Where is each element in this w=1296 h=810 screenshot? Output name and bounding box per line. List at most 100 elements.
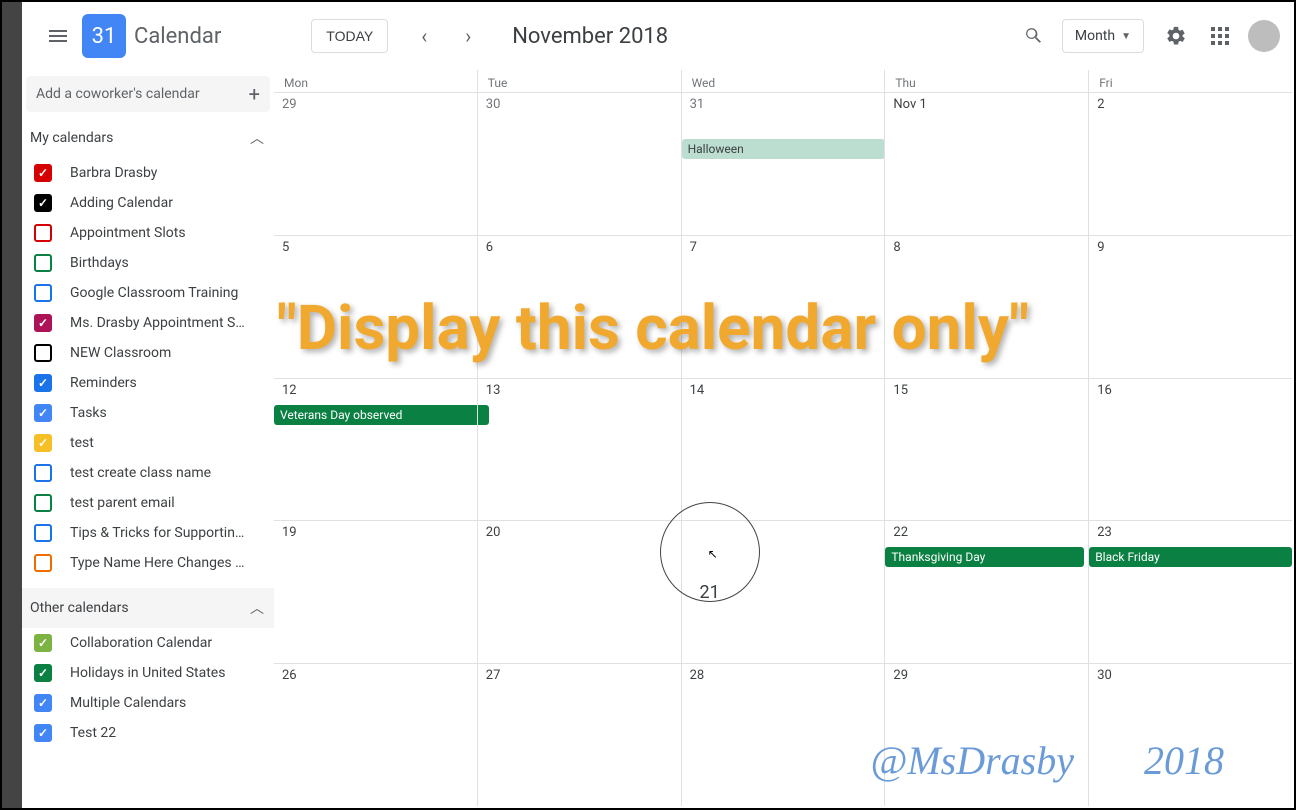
calendar-label: Google Classroom Training bbox=[70, 285, 238, 301]
other-calendars-header[interactable]: Other calendars ︿ bbox=[22, 588, 274, 628]
day-cell[interactable]: 29 bbox=[274, 93, 477, 235]
day-cell[interactable]: 30 bbox=[477, 93, 681, 235]
day-cell[interactable]: 9 bbox=[1088, 236, 1292, 378]
day-cell[interactable]: 26 bbox=[274, 664, 477, 806]
calendar-checkbox[interactable] bbox=[34, 524, 52, 542]
day-number: 30 bbox=[1097, 668, 1284, 683]
calendar-checkbox[interactable] bbox=[34, 664, 52, 682]
day-cell[interactable]: 14 bbox=[681, 379, 885, 521]
calendar-list-item[interactable]: Type Name Here Changes … bbox=[22, 548, 274, 578]
day-cell[interactable]: 20 bbox=[477, 521, 681, 663]
day-number: 12 bbox=[282, 383, 469, 398]
calendar-list-item[interactable]: Tasks bbox=[22, 398, 274, 428]
calendar-list-item[interactable]: Multiple Calendars bbox=[22, 688, 274, 718]
calendar-checkbox[interactable] bbox=[34, 694, 52, 712]
event-thanksgiving[interactable]: Thanksgiving Day bbox=[885, 547, 1084, 567]
prev-month-button[interactable]: ‹ bbox=[404, 16, 444, 56]
calendar-checkbox[interactable] bbox=[34, 554, 52, 572]
calendar-label: test parent email bbox=[70, 495, 175, 511]
other-calendars-label: Other calendars bbox=[30, 600, 129, 616]
day-cell[interactable]: 5 bbox=[274, 236, 477, 378]
event-veterans-day[interactable]: Veterans Day observed bbox=[274, 405, 489, 425]
calendar-list-item[interactable]: Collaboration Calendar bbox=[22, 628, 274, 658]
day-cell[interactable]: 16 bbox=[1088, 379, 1292, 521]
today-button[interactable]: TODAY bbox=[311, 19, 388, 53]
calendar-list-item[interactable]: NEW Classroom bbox=[22, 338, 274, 368]
calendar-checkbox[interactable] bbox=[34, 344, 52, 362]
search-button[interactable] bbox=[1014, 16, 1054, 56]
calendar-list-item[interactable]: Appointment Slots bbox=[22, 218, 274, 248]
add-coworker-calendar[interactable]: Add a coworker's calendar + bbox=[26, 76, 270, 112]
calendar-label: Reminders bbox=[70, 375, 137, 391]
calendar-list-item[interactable]: Tips & Tricks for Supportin… bbox=[22, 518, 274, 548]
calendar-checkbox[interactable] bbox=[34, 494, 52, 512]
day-cell[interactable]: 12Veterans Day observed bbox=[274, 379, 477, 521]
event-black-friday[interactable]: Black Friday bbox=[1089, 547, 1292, 567]
day-cell[interactable]: Nov 1 bbox=[884, 93, 1088, 235]
calendar-list-item[interactable]: Holidays in United States bbox=[22, 658, 274, 688]
calendar-checkbox[interactable] bbox=[34, 164, 52, 182]
view-select[interactable]: Month ▼ bbox=[1062, 19, 1144, 53]
calendar-checkbox[interactable] bbox=[34, 284, 52, 302]
chevron-up-icon: ︿ bbox=[250, 598, 264, 618]
week-row: 262728 29 30 bbox=[274, 663, 1292, 806]
week-row: 192021↖22Thanksgiving Day23Black Friday bbox=[274, 520, 1292, 663]
day-number: 2 bbox=[1097, 97, 1284, 112]
account-avatar[interactable] bbox=[1248, 20, 1280, 52]
calendar-list-item[interactable]: Adding Calendar bbox=[22, 188, 274, 218]
day-cell[interactable]: 15 bbox=[884, 379, 1088, 521]
day-cell[interactable]: 28 bbox=[681, 664, 885, 806]
calendar-list-item[interactable]: test bbox=[22, 428, 274, 458]
calendar-list-item[interactable]: test parent email bbox=[22, 488, 274, 518]
calendar-list-item[interactable]: test create class name bbox=[22, 458, 274, 488]
calendar-checkbox[interactable] bbox=[34, 224, 52, 242]
calendar-checkbox[interactable] bbox=[34, 404, 52, 422]
day-cell[interactable]: 30 bbox=[1088, 664, 1292, 806]
calendar-checkbox[interactable] bbox=[34, 434, 52, 452]
calendar-list-item[interactable]: Barbra Drasby bbox=[22, 158, 274, 188]
day-cell[interactable]: 23Black Friday bbox=[1088, 521, 1292, 663]
calendar-list-item[interactable]: Google Classroom Training bbox=[22, 278, 274, 308]
weekday-header: Wed bbox=[681, 70, 885, 92]
my-calendars-label: My calendars bbox=[30, 130, 113, 146]
calendar-checkbox[interactable] bbox=[34, 464, 52, 482]
day-number: 29 bbox=[893, 668, 1080, 683]
google-apps-button[interactable] bbox=[1200, 16, 1240, 56]
day-cell[interactable]: 19 bbox=[274, 521, 477, 663]
event-halloween[interactable]: Halloween bbox=[682, 139, 886, 159]
day-cell[interactable]: 31 Halloween bbox=[681, 93, 885, 235]
calendar-checkbox[interactable] bbox=[34, 254, 52, 272]
day-cell[interactable]: 21↖ bbox=[681, 521, 885, 663]
calendar-list-item[interactable]: Test 22 bbox=[22, 718, 274, 748]
calendar-list-item[interactable]: Ms. Drasby Appointment S… bbox=[22, 308, 274, 338]
calendar-list-item[interactable]: Birthdays bbox=[22, 248, 274, 278]
calendar-list-item[interactable]: Reminders bbox=[22, 368, 274, 398]
calendar-label: Tips & Tricks for Supportin… bbox=[70, 525, 244, 541]
dropdown-arrow-icon: ▼ bbox=[1121, 31, 1131, 42]
day-cell[interactable]: 6 bbox=[477, 236, 681, 378]
day-cell[interactable]: 2 bbox=[1088, 93, 1292, 235]
calendar-checkbox[interactable] bbox=[34, 374, 52, 392]
day-cell[interactable]: 7 bbox=[681, 236, 885, 378]
day-cell[interactable]: 27 bbox=[477, 664, 681, 806]
os-tab-strip bbox=[2, 2, 22, 808]
calendar-checkbox[interactable] bbox=[34, 314, 52, 332]
calendar-checkbox[interactable] bbox=[34, 634, 52, 652]
day-number: 31 bbox=[690, 97, 877, 112]
calendar-label: NEW Classroom bbox=[70, 345, 171, 361]
settings-button[interactable] bbox=[1156, 16, 1196, 56]
day-number: Nov 1 bbox=[893, 97, 1080, 112]
day-number: 13 bbox=[486, 383, 673, 398]
day-number: 8 bbox=[893, 240, 1080, 255]
day-cell[interactable]: 8 bbox=[884, 236, 1088, 378]
day-number: 16 bbox=[1097, 383, 1284, 398]
my-calendars-header[interactable]: My calendars ︿ bbox=[22, 118, 274, 158]
next-month-button[interactable]: › bbox=[448, 16, 488, 56]
main-menu-button[interactable] bbox=[34, 12, 82, 60]
day-cell[interactable]: 29 bbox=[884, 664, 1088, 806]
calendar-checkbox[interactable] bbox=[34, 724, 52, 742]
day-cell[interactable]: 13 bbox=[477, 379, 681, 521]
day-cell[interactable]: 22Thanksgiving Day bbox=[884, 521, 1088, 663]
add-coworker-placeholder: Add a coworker's calendar bbox=[36, 86, 200, 102]
calendar-checkbox[interactable] bbox=[34, 194, 52, 212]
